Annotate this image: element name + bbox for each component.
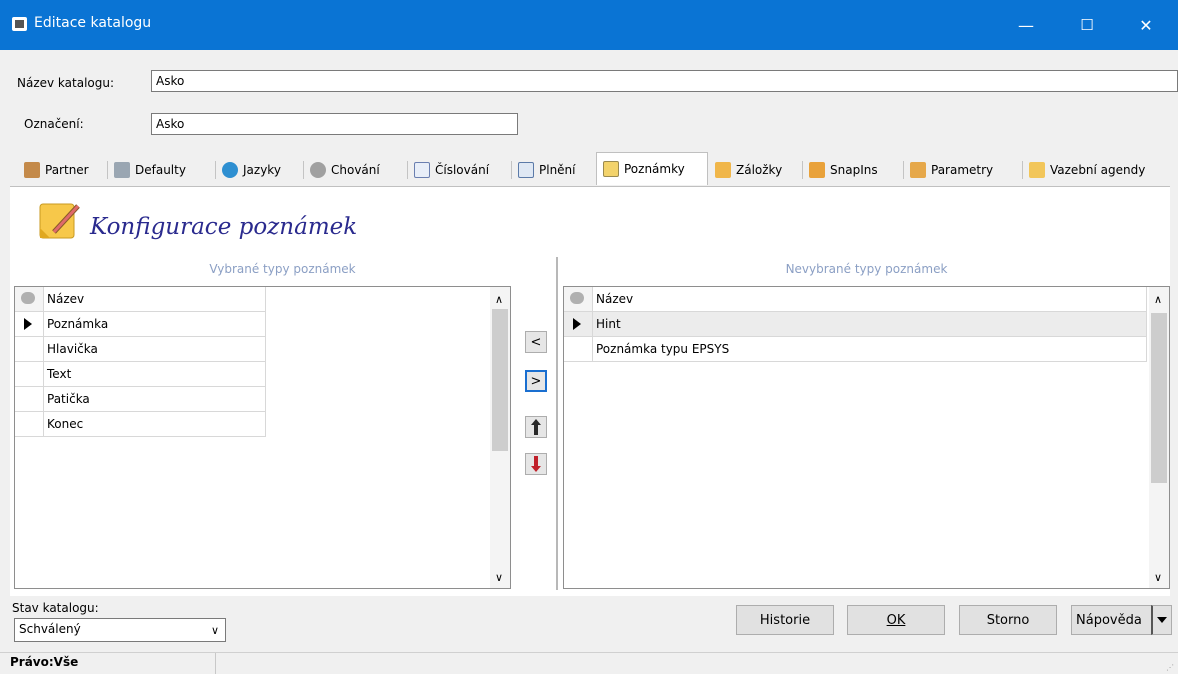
splitter[interactable]: [556, 257, 558, 590]
selected-types-grid: Název Poznámka Hlavička Text Patička Kon…: [14, 286, 511, 589]
tab-snapins[interactable]: SnapIns: [809, 155, 878, 185]
tab-zalozky[interactable]: Záložky: [715, 155, 782, 185]
tab-label: Jazyky: [243, 163, 281, 177]
snapin-icon: [809, 162, 825, 178]
table-cell: Text: [44, 362, 266, 387]
folder-tabs-icon: [715, 162, 731, 178]
tab-label: Plnění: [539, 163, 576, 177]
table-cell: Konec: [44, 412, 266, 437]
cancel-button[interactable]: Storno: [959, 605, 1057, 635]
arrow-up-icon: [531, 419, 541, 435]
tab-chovani[interactable]: Chování: [310, 155, 380, 185]
ok-button[interactable]: OK: [847, 605, 945, 635]
gears-icon: [310, 162, 326, 178]
globe-icon: [222, 162, 238, 178]
table-cell: Poznámka: [44, 312, 266, 337]
chevron-down-icon: ∨: [210, 624, 219, 637]
tab-poznamky[interactable]: Poznámky: [596, 152, 708, 185]
help-dropdown-button[interactable]: [1151, 605, 1172, 635]
catalog-code-label: Označení:: [24, 117, 84, 131]
note-icon: [603, 161, 619, 177]
rights-status: Právo:Vše: [10, 655, 79, 669]
scroll-up-icon[interactable]: ∧: [1154, 293, 1162, 306]
parameters-icon: [910, 162, 926, 178]
scroll-up-icon[interactable]: ∧: [495, 293, 503, 306]
column-header-nazev[interactable]: Název: [44, 287, 266, 312]
gears-icon: [564, 287, 593, 312]
close-button[interactable]: ✕: [1123, 0, 1169, 50]
vertical-scrollbar[interactable]: ∧ ∨: [490, 287, 510, 588]
status-bar: Právo:Vše ⋰: [0, 652, 1178, 674]
maximize-button[interactable]: ☐: [1064, 0, 1110, 50]
move-up-button[interactable]: [525, 416, 547, 438]
table-cell: Poznámka typu EPSYS: [593, 337, 1147, 362]
tab-label: Číslování: [435, 163, 490, 177]
minimize-button[interactable]: —: [1003, 0, 1049, 50]
linked-agendas-icon: [1029, 162, 1045, 178]
column-header-nazev[interactable]: Název: [593, 287, 1147, 312]
move-left-button[interactable]: <: [525, 331, 547, 353]
table-row[interactable]: Hint: [564, 312, 1147, 337]
catalog-code-input[interactable]: Asko: [151, 113, 518, 135]
numbering-icon: [414, 162, 430, 178]
caret-down-icon: [1157, 617, 1167, 623]
tab-defaulty[interactable]: Defaulty: [114, 155, 186, 185]
app-icon: [12, 17, 27, 31]
tab-label: Vazební agendy: [1050, 163, 1146, 177]
tab-vazebni-agendy[interactable]: Vazební agendy: [1029, 155, 1145, 185]
tab-strip: Partner Defaulty Jazyky Chování Číslován…: [10, 152, 1170, 185]
title-bar: Editace katalogu — ☐ ✕: [0, 0, 1178, 50]
table-icon: [518, 162, 534, 178]
catalog-state-select[interactable]: Schválený ∨: [14, 618, 226, 642]
arrow-down-icon: [531, 456, 541, 472]
table-cell: Hlavička: [44, 337, 266, 362]
catalog-state-value: Schválený: [19, 622, 81, 636]
tab-cislovani[interactable]: Číslování: [414, 155, 489, 185]
tab-label: Partner: [45, 163, 89, 177]
tab-label: Chování: [331, 163, 380, 177]
catalog-state-label: Stav katalogu:: [12, 601, 99, 615]
tab-plneni[interactable]: Plnění: [518, 155, 576, 185]
window-title: Editace katalogu: [34, 15, 152, 31]
grid-header: Název: [564, 287, 1147, 312]
scroll-down-icon[interactable]: ∨: [1154, 571, 1162, 584]
table-cell: Hint: [593, 312, 1147, 337]
notes-config-icon: [39, 203, 80, 239]
tab-label: Defaulty: [135, 163, 186, 177]
tab-label: Parametry: [931, 163, 994, 177]
table-row[interactable]: Poznámka typu EPSYS: [564, 337, 1147, 362]
scrollbar-thumb[interactable]: [1151, 313, 1167, 483]
row-indicator: [15, 312, 44, 337]
help-button[interactable]: Nápověda: [1071, 605, 1151, 635]
tab-label: Záložky: [736, 163, 783, 177]
unselected-list-title: Nevybrané typy poznámek: [785, 262, 948, 276]
history-button[interactable]: Historie: [736, 605, 834, 635]
section-title: Konfigurace poznámek: [90, 214, 358, 240]
catalog-name-label: Název katalogu:: [17, 76, 115, 90]
resize-grip-icon[interactable]: ⋰: [1166, 663, 1174, 672]
scrollbar-thumb[interactable]: [492, 309, 508, 451]
move-right-button[interactable]: >: [525, 370, 547, 392]
catalog-name-input[interactable]: Asko: [151, 70, 1178, 92]
tools-icon: [114, 162, 130, 178]
scroll-down-icon[interactable]: ∨: [495, 571, 503, 584]
unselected-types-grid: Název Hint Poznámka typu EPSYS ∧ ∨: [563, 286, 1170, 589]
tab-label: Poznámky: [624, 162, 685, 176]
tab-label: SnapIns: [830, 163, 878, 177]
row-indicator: [564, 312, 593, 337]
tab-parametry[interactable]: Parametry: [910, 155, 993, 185]
move-down-button[interactable]: [525, 453, 547, 475]
table-cell: Patička: [44, 387, 266, 412]
person-icon: [24, 162, 40, 178]
tab-partner[interactable]: Partner: [24, 155, 89, 185]
gears-icon: [15, 287, 44, 312]
selected-list-title: Vybrané typy poznámek: [209, 262, 356, 276]
tab-jazyky[interactable]: Jazyky: [222, 155, 281, 185]
vertical-scrollbar[interactable]: ∧ ∨: [1149, 287, 1169, 588]
